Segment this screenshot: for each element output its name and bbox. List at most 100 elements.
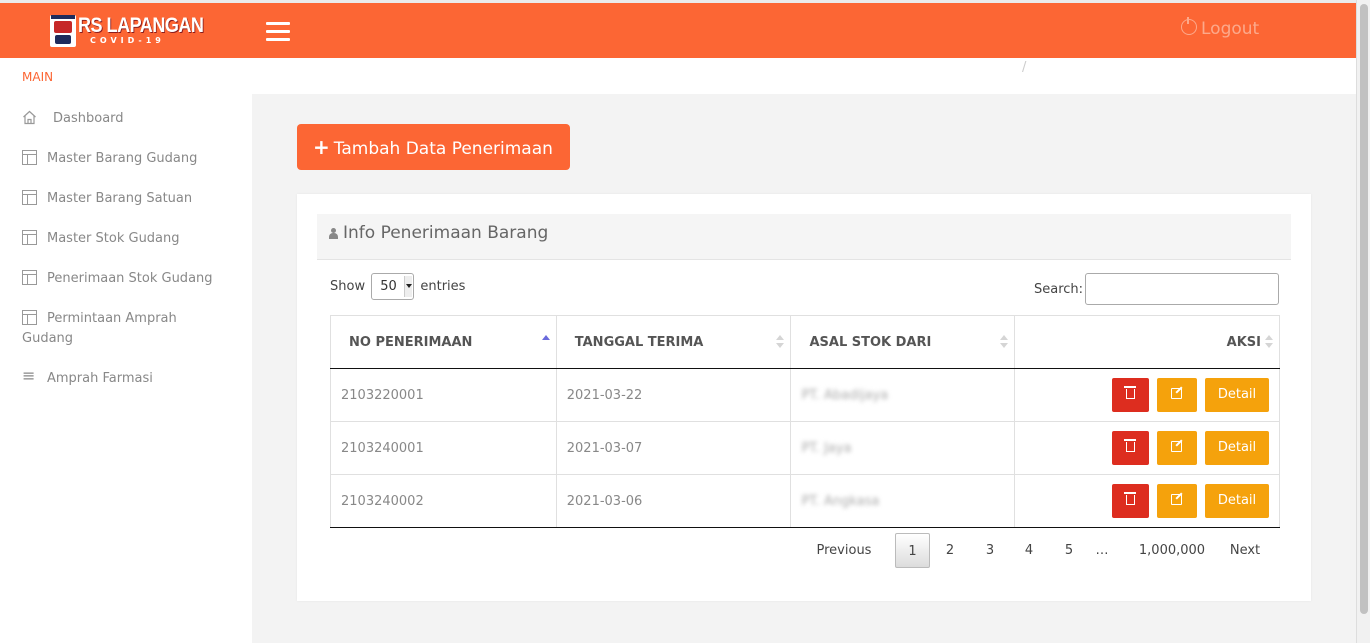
sidebar-item-permintaan-amprah-gudang[interactable]: Permintaan Amprah Gudang	[22, 309, 222, 349]
card-title: Info Penerimaan Barang	[329, 223, 548, 243]
chevron-down-icon	[404, 276, 413, 297]
search-label: Search:	[1034, 282, 1084, 297]
brand-logo[interactable]: RS LAPANGAN COVID-19	[48, 14, 204, 50]
sidebar-item-amprah-farmasi[interactable]: Amprah Farmasi	[22, 366, 153, 386]
cell-aksi: Detail	[1014, 421, 1280, 475]
table-header-row: NO PENERIMAAN TANGGAL TERIMA ASAL STOK D…	[330, 315, 1280, 369]
cell-tanggal-terima: 2021-03-07	[555, 421, 792, 475]
sidebar-item-master-barang-satuan[interactable]: Master Barang Satuan	[22, 190, 192, 206]
pagination-page-1[interactable]: 1	[895, 533, 930, 568]
edit-button[interactable]	[1156, 431, 1197, 465]
sidebar-item-dashboard[interactable]: Dashboard	[22, 110, 124, 126]
table-icon	[22, 310, 37, 325]
column-header-aksi[interactable]: AKSI	[1014, 315, 1280, 369]
logout-link[interactable]: Logout	[1181, 17, 1260, 39]
cell-asal-stok: PT. Angkasa	[790, 474, 1016, 528]
pagination-page-3[interactable]: 3	[975, 533, 1005, 568]
column-header-label: TANGGAL TERIMA	[574, 334, 704, 350]
cell-aksi: Detail	[1014, 368, 1280, 422]
sidebar-item-label: Master Stok Gudang	[47, 231, 180, 246]
pagination-page-5[interactable]: 5	[1054, 533, 1084, 568]
edit-button[interactable]	[1156, 378, 1197, 412]
delete-button[interactable]	[1111, 431, 1149, 465]
sidebar-item-label: Amprah Farmasi	[47, 371, 153, 386]
sort-icon	[1265, 335, 1273, 349]
trash-icon	[1123, 386, 1136, 399]
sidebar-item-label: Master Barang Satuan	[47, 191, 193, 206]
page-header-strip: /	[252, 58, 1356, 94]
pagination-previous[interactable]: Previous	[802, 533, 886, 568]
table-icon	[22, 230, 37, 245]
sidebar-item-label: Dashboard	[53, 111, 124, 126]
sidebar-item-master-barang-gudang[interactable]: Master Barang Gudang	[22, 150, 197, 166]
cell-no-penerimaan: 2103220001	[330, 368, 557, 422]
brand-title: RS LAPANGAN	[78, 14, 204, 37]
scrollbar-thumb[interactable]	[1360, 4, 1368, 614]
cell-asal-stok: PT. Jaya	[790, 421, 1016, 475]
detail-button[interactable]: Detail	[1205, 431, 1269, 465]
trash-icon	[1123, 439, 1136, 452]
card-header: Info Penerimaan Barang	[317, 214, 1291, 260]
detail-button[interactable]: Detail	[1205, 378, 1269, 412]
cell-tanggal-terima: 2021-03-22	[555, 368, 792, 422]
table-row: 2103240002 2021-03-06 PT. Angkasa Detail	[330, 474, 1280, 528]
user-icon	[329, 228, 338, 239]
logout-label: Logout	[1201, 19, 1260, 39]
pagination-page-4[interactable]: 4	[1014, 533, 1044, 568]
edit-icon	[1171, 441, 1183, 452]
sidebar-item-label: Permintaan Amprah Gudang	[22, 311, 177, 346]
table-row: 2103240001 2021-03-07 PT. Jaya Detail	[330, 421, 1280, 475]
column-header-label: ASAL STOK DARI	[809, 334, 932, 350]
add-penerimaan-button[interactable]: + Tambah Data Penerimaan	[297, 124, 570, 170]
sidebar: MAIN Dashboard Master Barang Gudang Mast…	[0, 58, 252, 643]
delete-button[interactable]	[1111, 378, 1149, 412]
entries-select-value: 50	[380, 279, 397, 294]
power-icon	[1181, 17, 1197, 35]
hospital-emblem-icon	[50, 15, 76, 47]
menu-toggle-icon[interactable]	[266, 22, 290, 42]
cell-asal-stok-text: PT. Jaya	[801, 440, 852, 456]
cell-asal-stok: PT. Abadijaya	[790, 368, 1016, 422]
pagination-ellipsis: …	[1095, 543, 1109, 558]
detail-button[interactable]: Detail	[1205, 484, 1269, 518]
add-button-label: Tambah Data Penerimaan	[333, 139, 553, 159]
brand-subtitle: COVID-19	[90, 36, 165, 45]
page-scrollbar[interactable]	[1356, 0, 1370, 643]
table-icon	[22, 150, 37, 165]
edit-button[interactable]	[1156, 484, 1197, 518]
column-header-label: NO PENERIMAAN	[349, 334, 473, 350]
table-icon	[22, 190, 37, 205]
penerimaan-card: Info Penerimaan Barang Show 50 entries S…	[297, 194, 1311, 601]
sort-icon	[776, 335, 785, 349]
sidebar-heading: MAIN	[22, 70, 54, 84]
show-label: Show	[330, 279, 366, 294]
sidebar-item-label: Penerimaan Stok Gudang	[47, 271, 213, 286]
column-header-asal-stok[interactable]: ASAL STOK DARI	[790, 315, 1016, 369]
pagination-page-2[interactable]: 2	[935, 533, 965, 568]
entries-label: entries	[420, 279, 466, 294]
sidebar-item-penerimaan-stok-gudang[interactable]: Penerimaan Stok Gudang	[22, 270, 213, 286]
sort-icon	[1000, 335, 1009, 349]
table-row: 2103220001 2021-03-22 PT. Abadijaya Deta…	[330, 368, 1280, 422]
search-input[interactable]	[1085, 273, 1279, 305]
column-header-no-penerimaan[interactable]: NO PENERIMAAN	[330, 315, 557, 369]
list-icon	[22, 366, 37, 385]
cell-aksi: Detail	[1014, 474, 1280, 528]
entries-select[interactable]: 50	[371, 273, 415, 300]
cell-tanggal-terima: 2021-03-06	[555, 474, 792, 528]
delete-button[interactable]	[1111, 484, 1149, 518]
penerimaan-table: NO PENERIMAAN TANGGAL TERIMA ASAL STOK D…	[330, 315, 1280, 528]
cell-asal-stok-text: PT. Angkasa	[801, 493, 880, 509]
plus-icon: +	[313, 135, 330, 159]
pagination-next[interactable]: Next	[1223, 533, 1267, 568]
cell-asal-stok-text: PT. Abadijaya	[801, 387, 889, 403]
column-header-tanggal-terima[interactable]: TANGGAL TERIMA	[555, 315, 792, 369]
sidebar-item-label: Master Barang Gudang	[47, 151, 198, 166]
home-icon	[22, 110, 37, 125]
sort-asc-icon	[541, 335, 550, 349]
table-icon	[22, 270, 37, 285]
cell-no-penerimaan: 2103240002	[330, 474, 557, 528]
pagination-page-last[interactable]: 1,000,000	[1132, 533, 1212, 568]
entries-length-control: Show 50 entries	[330, 273, 465, 300]
sidebar-item-master-stok-gudang[interactable]: Master Stok Gudang	[22, 230, 180, 246]
